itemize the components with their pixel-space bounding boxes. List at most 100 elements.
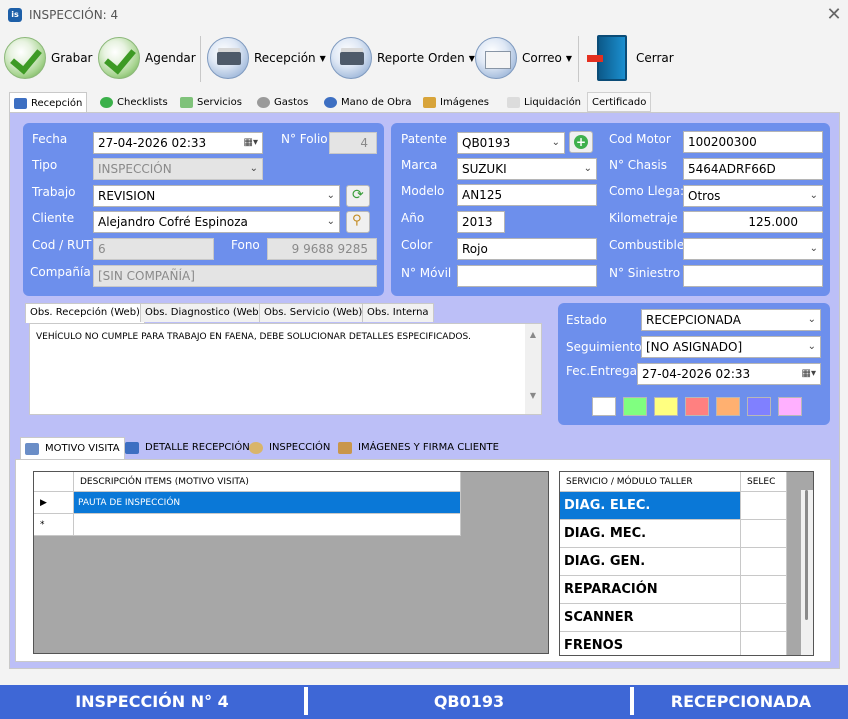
tab-recepcion[interactable]: Recepción [9, 92, 88, 113]
tab-detalle-recepcion[interactable]: DETALLE RECEPCIÓN [121, 437, 254, 459]
cerrar-button[interactable]: Cerrar [587, 30, 674, 86]
servicio-row[interactable]: DIAG. MEC. [560, 520, 741, 548]
table-row[interactable]: PAUTA DE INSPECCIÓN [74, 492, 461, 514]
tab-obs-interna[interactable]: Obs. Interna [362, 303, 434, 322]
seguimiento-select[interactable]: [NO ASIGNADO] ⌄ [641, 336, 821, 358]
scroll-up-icon[interactable]: ▲ [525, 330, 541, 339]
tab-obs-servicio[interactable]: Obs. Servicio (Web) [259, 303, 368, 322]
reporte-orden-label: Reporte Orden [377, 51, 465, 65]
color-swatch[interactable] [685, 397, 709, 416]
color-swatch[interactable] [747, 397, 771, 416]
motor-input[interactable]: 100200300 [683, 131, 823, 153]
agendar-button[interactable]: Agendar [98, 30, 196, 86]
motivo-visita-grid[interactable]: DESCRIPCIÓN ITEMS (MOTIVO VISITA) ▶ PAUT… [33, 471, 549, 654]
color-swatch[interactable] [778, 397, 802, 416]
modelo-input[interactable]: AN125 [457, 184, 597, 206]
servicio-column-header[interactable]: SERVICIO / MÓDULO TALLER [560, 472, 741, 492]
correo-button[interactable]: Correo ▼ [475, 30, 572, 86]
selec-cell[interactable] [741, 632, 787, 655]
new-row-cell[interactable] [74, 514, 461, 536]
row-selector-arrow[interactable]: ▶ [34, 492, 74, 514]
grabar-button[interactable]: Grabar [4, 30, 93, 86]
movil-label: N° Móvil [401, 266, 452, 280]
tab-gastos[interactable]: Gastos [253, 92, 312, 112]
calendar-icon[interactable]: ▦▾ [802, 364, 816, 384]
selec-cell[interactable] [741, 604, 787, 632]
scrollbar[interactable]: ▲ ▼ [525, 324, 541, 414]
entrega-label: Fec.Entrega [566, 364, 637, 378]
tab-mano-de-obra[interactable]: Mano de Obra [320, 92, 416, 112]
fecha-datetime-picker[interactable]: 27-04-2026 02:33 ▦▾ [93, 132, 263, 154]
tab-obs-recepcion[interactable]: Obs. Recepción (Web) [25, 303, 145, 323]
selec-cell[interactable] [741, 492, 787, 520]
color-swatch[interactable] [592, 397, 616, 416]
como-llega-label: Como Llega: [609, 184, 684, 198]
tab-label: Certificado [592, 96, 647, 108]
selec-cell[interactable] [741, 576, 787, 604]
ano-input[interactable]: 2013 [457, 211, 505, 233]
recepcion-button[interactable]: Recepción ▼ [207, 30, 326, 86]
selec-column-header[interactable]: SELEC [741, 472, 787, 492]
tab-servicios[interactable]: Servicios [176, 92, 246, 112]
plus-icon: + [574, 135, 588, 149]
color-input[interactable]: Rojo [457, 238, 597, 260]
siniestro-input[interactable] [683, 265, 823, 287]
servicio-row[interactable]: REPARACIÓN [560, 576, 741, 604]
servicio-row[interactable]: DIAG. ELEC. [560, 492, 741, 520]
close-icon[interactable]: ✕ [825, 4, 843, 25]
selec-cell[interactable] [741, 520, 787, 548]
refresh-button[interactable]: ⟳ [346, 185, 370, 207]
servicio-row[interactable]: SCANNER [560, 604, 741, 632]
color-swatch[interactable] [716, 397, 740, 416]
image-icon [338, 442, 352, 454]
tab-checklists[interactable]: Checklists [96, 92, 172, 112]
kilometraje-input[interactable]: 125.000 [683, 211, 823, 233]
reporte-orden-button[interactable]: Reporte Orden ▼ [330, 30, 475, 86]
patente-value: QB0193 [462, 136, 511, 150]
servicio-grid[interactable]: SERVICIO / MÓDULO TALLER SELEC DIAG. ELE… [559, 471, 814, 656]
window-title: INSPECCIÓN: 4 [29, 8, 119, 22]
tab-label: IMÁGENES Y FIRMA CLIENTE [358, 442, 499, 453]
tab-certificado[interactable]: Certificado [587, 92, 652, 112]
color-swatch[interactable] [623, 397, 647, 416]
chevron-down-icon: ▼ [565, 53, 572, 63]
compania-label: Compañía [30, 265, 91, 279]
new-row-marker[interactable]: * [34, 514, 74, 536]
servicio-row[interactable]: DIAG. GEN. [560, 548, 741, 576]
patente-select[interactable]: QB0193 ⌄ [457, 132, 565, 154]
tab-motivo-visita[interactable]: MOTIVO VISITA [20, 437, 125, 459]
tab-obs-diagnostico[interactable]: Obs. Diagnostico (Web) [140, 303, 268, 322]
entrega-datetime-picker[interactable]: 27-04-2026 02:33 ▦▾ [637, 363, 821, 385]
chasis-input[interactable]: 5464ADRF66D [683, 158, 823, 180]
motivo-column-header[interactable]: DESCRIPCIÓN ITEMS (MOTIVO VISITA) [74, 472, 461, 492]
color-swatch[interactable] [654, 397, 678, 416]
tab-label: Recepción [31, 97, 83, 109]
search-client-button[interactable]: ⚲ [346, 211, 370, 233]
image-icon [423, 96, 436, 108]
scroll-down-icon[interactable]: ▼ [525, 391, 541, 400]
tab-liquidacion[interactable]: Liquidación [503, 92, 585, 112]
tab-inspeccion[interactable]: INSPECCIÓN [245, 437, 334, 459]
calendar-icon[interactable]: ▦▾ [244, 133, 258, 153]
scrollbar-thumb[interactable] [805, 490, 808, 620]
add-vehicle-button[interactable]: + [569, 131, 593, 153]
chevron-down-icon: ▼ [319, 53, 326, 63]
marca-select[interactable]: SUZUKI ⌄ [457, 158, 597, 180]
como-llega-select[interactable]: Otros ⌄ [683, 185, 823, 207]
estado-select[interactable]: RECEPCIONADA ⌄ [641, 309, 821, 331]
obs-textarea[interactable]: VEHÍCULO NO CUMPLE PARA TRABAJO EN FAENA… [29, 323, 542, 415]
combustible-select[interactable]: ⌄ [683, 238, 823, 260]
trabajo-select[interactable]: REVISION ⌄ [93, 185, 340, 207]
marca-value: SUZUKI [462, 162, 507, 176]
tab-imagenes[interactable]: Imágenes [419, 92, 493, 112]
tab-imagenes-firma[interactable]: IMÁGENES Y FIRMA CLIENTE [334, 437, 503, 459]
modelo-label: Modelo [401, 184, 445, 198]
car-icon [125, 442, 139, 454]
status-estado: RECEPCIONADA [670, 692, 812, 711]
servicio-row[interactable]: FRENOS [560, 632, 741, 655]
selec-cell[interactable] [741, 548, 787, 576]
toolbar-divider [578, 36, 579, 82]
movil-input[interactable] [457, 265, 597, 287]
cliente-select[interactable]: Alejandro Cofré Espinoza ⌄ [93, 211, 340, 233]
scrollbar[interactable] [801, 490, 813, 655]
